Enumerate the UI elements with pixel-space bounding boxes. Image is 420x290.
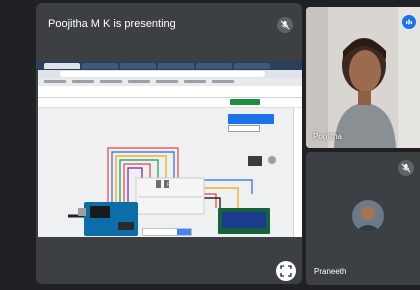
self-video [306, 7, 420, 148]
lcd-text: Pic 1x [167, 182, 186, 188]
participant-name: Praneeth [314, 267, 347, 276]
self-video-tile[interactable]: Poojitha [306, 7, 420, 148]
browser-tab [158, 63, 194, 69]
browser-tab [120, 63, 156, 69]
url-field [60, 71, 265, 77]
circuit-canvas [38, 108, 302, 237]
bookmark [184, 80, 206, 83]
mic-off-icon [277, 17, 293, 33]
browser-tab [44, 63, 80, 69]
shared-screen: Pic 1x [38, 61, 302, 237]
component-tooltip [228, 114, 274, 124]
component-dock [293, 108, 302, 237]
editor-toolbar [38, 98, 302, 108]
browser-tab [82, 63, 118, 69]
tooltip-detail [228, 125, 260, 132]
browser-tab [234, 63, 270, 69]
presentation-tile[interactable]: Poojitha M K is presenting Pic 1x [36, 3, 302, 284]
zoom-control [142, 228, 192, 236]
participant-tile[interactable]: Praneeth [306, 152, 420, 285]
mic-off-icon [398, 160, 414, 176]
bookmark [72, 80, 94, 83]
fullscreen-icon [280, 265, 292, 277]
avatar [352, 200, 384, 232]
bookmark [156, 80, 178, 83]
browser-tab [196, 63, 232, 69]
audio-activity-icon [402, 15, 416, 29]
bookmark [128, 80, 150, 83]
app-header [38, 86, 302, 98]
bookmark [44, 80, 66, 83]
bookmark [100, 80, 122, 83]
bookmark [212, 80, 234, 83]
participant-name: Poojitha [313, 132, 342, 141]
presenter-label: Poojitha M K is presenting [48, 18, 176, 30]
fullscreen-button[interactable] [276, 261, 296, 281]
start-simulation-button [230, 99, 260, 105]
